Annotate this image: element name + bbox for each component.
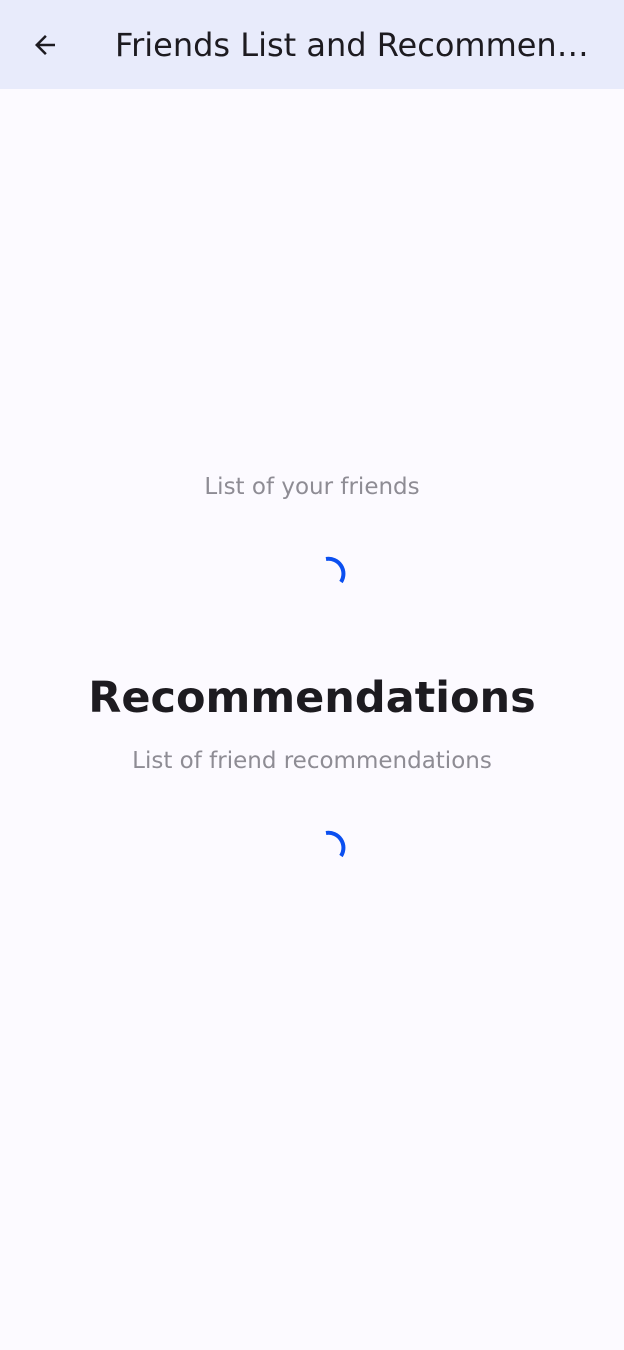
top-app-bar: Friends List and Recommendations xyxy=(0,0,624,89)
friends-loading-spinner xyxy=(325,556,346,584)
recommendations-loading-spinner xyxy=(325,830,346,858)
recommendations-subtitle: List of friend recommendations xyxy=(132,748,492,774)
friends-list-subtitle: List of your friends xyxy=(204,474,420,500)
back-button[interactable] xyxy=(22,22,68,68)
page-title: Friends List and Recommendations xyxy=(115,26,595,64)
recommendations-title: Recommendations xyxy=(88,673,536,723)
arrow-back-icon xyxy=(35,35,55,55)
